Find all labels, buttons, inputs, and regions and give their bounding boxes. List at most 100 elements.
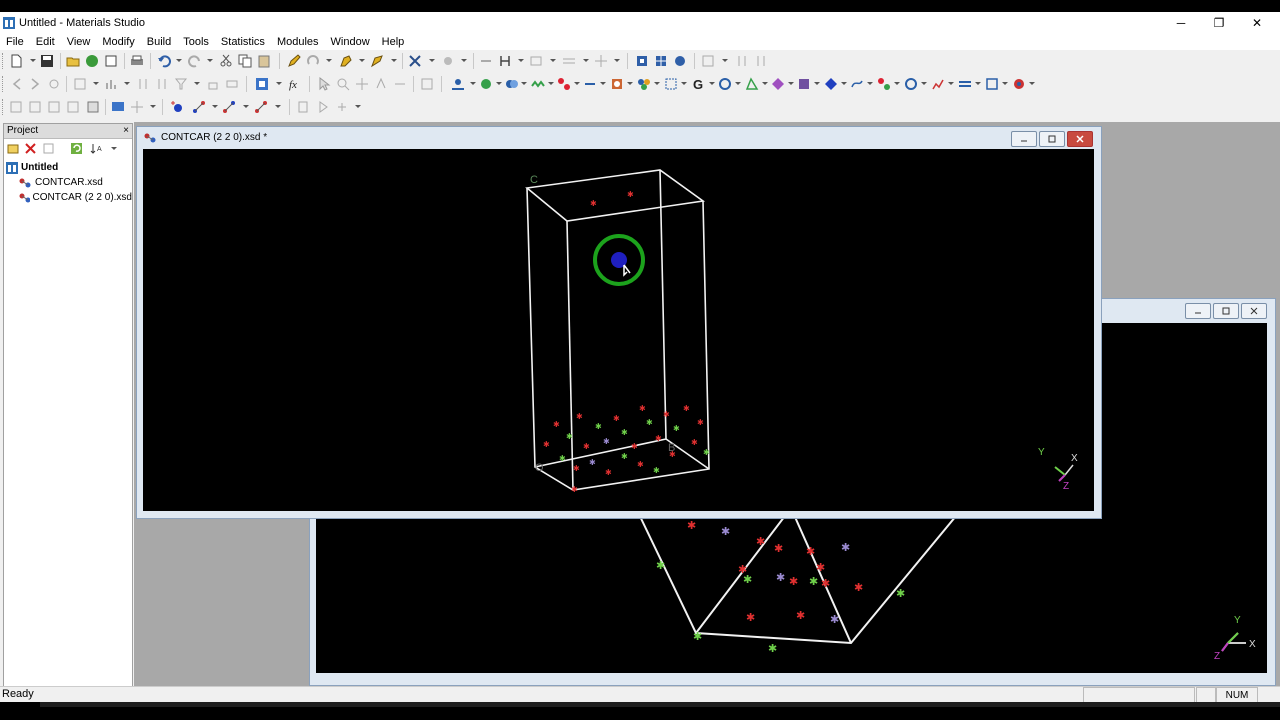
synthia-icon[interactable] — [877, 77, 891, 91]
print-icon[interactable] — [130, 54, 144, 68]
crosshair-dropdown-icon[interactable] — [150, 105, 156, 108]
nav-refresh-icon[interactable] — [47, 77, 61, 91]
sketch-pencil-icon[interactable] — [287, 54, 301, 68]
minimize-button[interactable] — [1011, 131, 1037, 147]
module-dropdown-icon[interactable] — [627, 82, 633, 85]
filter-icon[interactable] — [174, 77, 188, 91]
add-branch-icon[interactable] — [254, 100, 268, 114]
menu-window[interactable]: Window — [325, 36, 376, 48]
table-icon[interactable] — [701, 54, 715, 68]
menu-view[interactable]: View — [61, 36, 97, 48]
redo-icon[interactable] — [188, 54, 202, 68]
module-dropdown-icon[interactable] — [574, 82, 580, 85]
lines-dropdown-icon[interactable] — [583, 59, 589, 62]
bar-chart-dropdown-icon[interactable] — [124, 82, 130, 85]
menu-file[interactable]: File — [0, 36, 30, 48]
dftb-icon[interactable] — [583, 77, 597, 91]
hydrogen-icon[interactable] — [441, 54, 455, 68]
fragment-dropdown-icon[interactable] — [359, 59, 365, 62]
maximize-button[interactable] — [1213, 303, 1239, 319]
module-dropdown-icon[interactable] — [894, 82, 900, 85]
hydrogen-dropdown-icon[interactable] — [461, 59, 467, 62]
module-dropdown-icon[interactable] — [762, 82, 768, 85]
run-script-icon[interactable] — [316, 100, 330, 114]
display-style-dropdown-icon[interactable] — [276, 82, 282, 85]
properties-icon[interactable] — [42, 142, 55, 155]
module-dropdown-icon[interactable] — [735, 82, 741, 85]
clean-icon[interactable] — [408, 54, 422, 68]
supercell-icon[interactable] — [654, 54, 668, 68]
module-dropdown-icon[interactable] — [709, 82, 715, 85]
module-dropdown-icon[interactable] — [921, 82, 927, 85]
nav-forward-icon[interactable] — [28, 77, 42, 91]
kinetix-icon[interactable] — [958, 77, 972, 91]
sketch-fragment-icon[interactable] — [339, 54, 353, 68]
tree-item-contcar-220[interactable]: CONTCAR (2 2 0).xsd — [4, 190, 132, 205]
copy-icon[interactable] — [238, 54, 252, 68]
module-dropdown-icon[interactable] — [841, 82, 847, 85]
maximize-button[interactable] — [1039, 131, 1065, 147]
sorption-icon[interactable] — [850, 77, 864, 91]
stop-script-icon[interactable] — [335, 100, 349, 114]
grid-view-icon[interactable] — [47, 100, 61, 114]
toolbar-grip[interactable] — [2, 99, 6, 115]
script-dropdown-icon[interactable] — [355, 105, 361, 108]
close-button[interactable]: ✕ — [1238, 12, 1276, 34]
mesocite-icon[interactable] — [718, 77, 732, 91]
gulp-icon[interactable] — [664, 77, 678, 91]
refresh-icon[interactable] — [70, 142, 83, 155]
translate-icon[interactable] — [355, 77, 369, 91]
display-style-icon[interactable] — [255, 77, 269, 91]
document-window-front-caption[interactable]: CONTCAR (2 2 0).xsd * — [137, 127, 1101, 149]
onetep-icon[interactable] — [1012, 77, 1026, 91]
mesodyn-icon[interactable] — [985, 77, 999, 91]
chain-dropdown-icon[interactable] — [243, 105, 249, 108]
link-icon[interactable] — [225, 77, 239, 91]
sort-dropdown-icon[interactable] — [111, 147, 117, 150]
cut-icon[interactable] — [219, 54, 233, 68]
blends-icon[interactable] — [505, 77, 519, 91]
forcite-icon[interactable] — [637, 77, 651, 91]
3d-viewer-front[interactable]: ✱ ✱ ✱ ✱ ✱ ✱ ✱ ✱ ✱ ✱ ✱ ✱ ✱ ✱ ✱ ✱ ✱ ✱ ✱ ✱ … — [143, 149, 1094, 511]
bar-chart-icon[interactable] — [104, 77, 118, 91]
sort-desc-icon[interactable] — [754, 54, 768, 68]
module-dropdown-icon[interactable] — [1002, 82, 1008, 85]
module-dropdown-icon[interactable] — [496, 82, 502, 85]
analysis-chart-icon[interactable] — [931, 77, 945, 91]
import-icon[interactable] — [85, 54, 99, 68]
module-dropdown-icon[interactable] — [1029, 82, 1035, 85]
rotate-icon[interactable] — [374, 77, 388, 91]
conformers-icon[interactable] — [557, 77, 571, 91]
grid-view-icon[interactable] — [28, 100, 42, 114]
menu-modify[interactable]: Modify — [96, 36, 140, 48]
redo-dropdown-icon[interactable] — [207, 59, 213, 62]
bond-dropdown-icon[interactable] — [212, 105, 218, 108]
morphology-icon[interactable] — [745, 77, 759, 91]
nav-back-icon[interactable] — [10, 77, 24, 91]
dmol3-icon[interactable] — [610, 77, 624, 91]
reflex-icon[interactable] — [824, 77, 838, 91]
castep-icon[interactable] — [531, 77, 545, 91]
paste-icon[interactable] — [257, 54, 271, 68]
close-button[interactable] — [1067, 131, 1093, 147]
surface-icon[interactable] — [673, 54, 687, 68]
grid-icon[interactable] — [529, 54, 543, 68]
vamp-icon[interactable] — [904, 77, 918, 91]
sort-down-icon[interactable] — [155, 77, 169, 91]
module-dropdown-icon[interactable] — [788, 82, 794, 85]
document-window-front[interactable]: CONTCAR (2 2 0).xsd * ✱ ✱ ✱ ✱ ✱ ✱ ✱ ✱ ✱ … — [136, 126, 1102, 519]
rotate-z-icon[interactable] — [393, 77, 407, 91]
export-icon[interactable] — [104, 54, 118, 68]
menu-help[interactable]: Help — [376, 36, 411, 48]
module-dropdown-icon[interactable] — [654, 82, 660, 85]
lines-icon[interactable] — [562, 54, 576, 68]
module-dropdown-icon[interactable] — [470, 82, 476, 85]
menu-tools[interactable]: Tools — [177, 36, 215, 48]
menu-build[interactable]: Build — [141, 36, 177, 48]
grid-view-icon[interactable] — [66, 100, 80, 114]
reset-view-icon[interactable] — [420, 77, 434, 91]
delete-icon[interactable] — [24, 142, 37, 155]
new-folder-icon[interactable] — [7, 142, 20, 155]
sort-asc-icon[interactable] — [735, 54, 749, 68]
select-arrow-icon[interactable] — [317, 77, 331, 91]
